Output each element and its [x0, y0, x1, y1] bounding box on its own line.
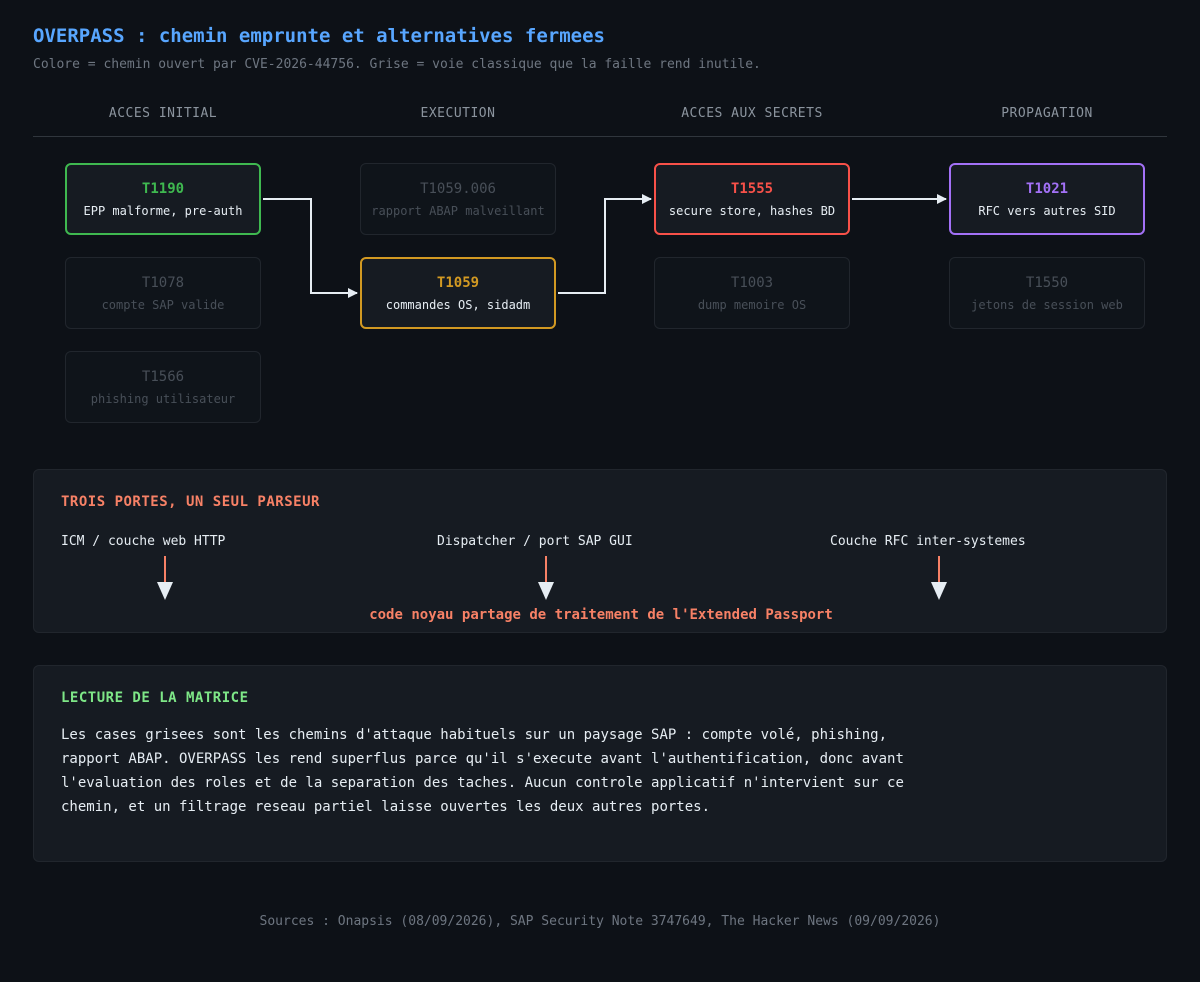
reading-panel-title: LECTURE DE LA MATRICE: [61, 690, 249, 706]
gates-panel-title: TROIS PORTES, UN SEUL PARSEUR: [61, 494, 320, 510]
connector-t1190-to-t1059: [263, 198, 358, 298]
gate-label-dispatcher: Dispatcher / port SAP GUI: [437, 534, 633, 549]
shared-parser-label: code noyau partage de traitement de l'Ex…: [369, 607, 833, 623]
reading-panel: LECTURE DE LA MATRICE Les cases grisees …: [33, 665, 1167, 862]
down-arrow-icon: [931, 556, 947, 600]
attack-path-arrows: [263, 194, 947, 298]
gate-label-rfc: Couche RFC inter-systemes: [830, 534, 1026, 549]
gates-panel: TROIS PORTES, UN SEUL PARSEUR ICM / couc…: [33, 469, 1167, 633]
connector-t1059-to-t1555: [558, 194, 652, 294]
gate-label-icm: ICM / couche web HTTP: [61, 534, 226, 549]
sources-footer: Sources : Onapsis (08/09/2026), SAP Secu…: [259, 914, 941, 929]
down-arrow-icon: [538, 556, 554, 600]
down-arrow-icon: [157, 556, 173, 600]
reading-panel-text: Les cases grisees sont les chemins d'att…: [61, 727, 904, 815]
